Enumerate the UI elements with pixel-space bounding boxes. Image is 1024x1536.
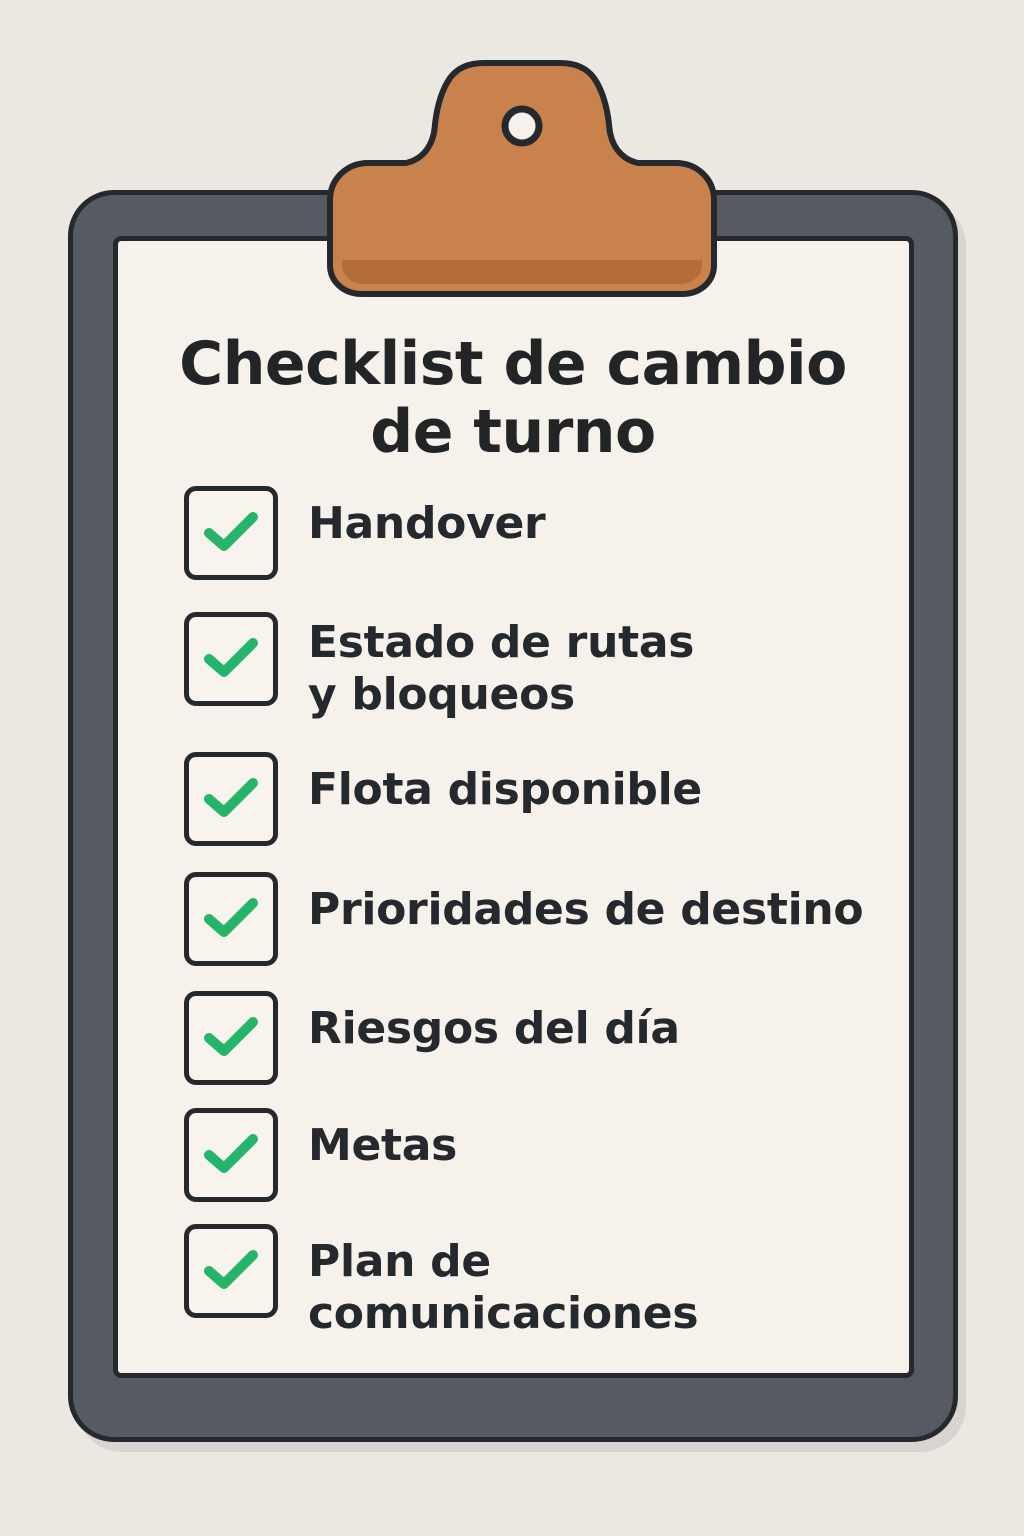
checklist-item-riesgos-del-dia[interactable]: Riesgos del día <box>184 991 884 1087</box>
checkbox[interactable] <box>184 1108 278 1202</box>
checklist-item-handover[interactable]: Handover <box>184 486 884 582</box>
page-title: Checklist de cambio de turno <box>140 330 886 466</box>
checkbox[interactable] <box>184 872 278 966</box>
checkbox[interactable] <box>184 1224 278 1318</box>
checkbox[interactable] <box>184 752 278 846</box>
checklist-item-label: Prioridades de destino <box>308 884 864 935</box>
clip-icon <box>322 60 722 298</box>
checkmark-icon <box>204 778 258 817</box>
checklist-item-metas[interactable]: Metas <box>184 1108 884 1204</box>
checklist-item-label-line: Estado de rutas <box>308 617 695 668</box>
checkbox[interactable] <box>184 612 278 706</box>
checkmark-icon <box>204 898 258 937</box>
checklist-item-label: Plan de comunicaciones <box>308 1236 699 1339</box>
checklist-item-prioridades-de-destino[interactable]: Prioridades de destino <box>184 872 884 968</box>
checkmark-icon <box>204 638 258 677</box>
checkbox[interactable] <box>184 486 278 580</box>
checklist-item-estado-de-rutas[interactable]: Estado de rutas y bloqueos <box>184 612 884 722</box>
checklist-item-label: Metas <box>308 1120 458 1171</box>
checklist-item-plan-de-comunicaciones[interactable]: Plan de comunicaciones <box>184 1224 884 1339</box>
checklist-item-flota-disponible[interactable]: Flota disponible <box>184 752 884 848</box>
checklist-item-label: Handover <box>308 498 546 549</box>
checklist-item-label: Riesgos del día <box>308 1003 680 1054</box>
checkmark-icon <box>204 512 258 551</box>
checkmark-icon <box>204 1017 258 1056</box>
checklist-item-label-line: y bloqueos <box>308 669 575 720</box>
checklist-item-label: Flota disponible <box>308 764 702 815</box>
checkmark-icon <box>204 1250 258 1289</box>
checkbox[interactable] <box>184 991 278 1085</box>
checklist: Handover Estado de rutas y bloqueos Flot… <box>184 486 884 1339</box>
page-title-line: de turno <box>370 397 656 467</box>
checklist-item-label: Estado de rutas y bloqueos <box>308 617 888 721</box>
page-title-line: Checklist de cambio <box>179 329 847 399</box>
checkmark-icon <box>204 1134 258 1173</box>
